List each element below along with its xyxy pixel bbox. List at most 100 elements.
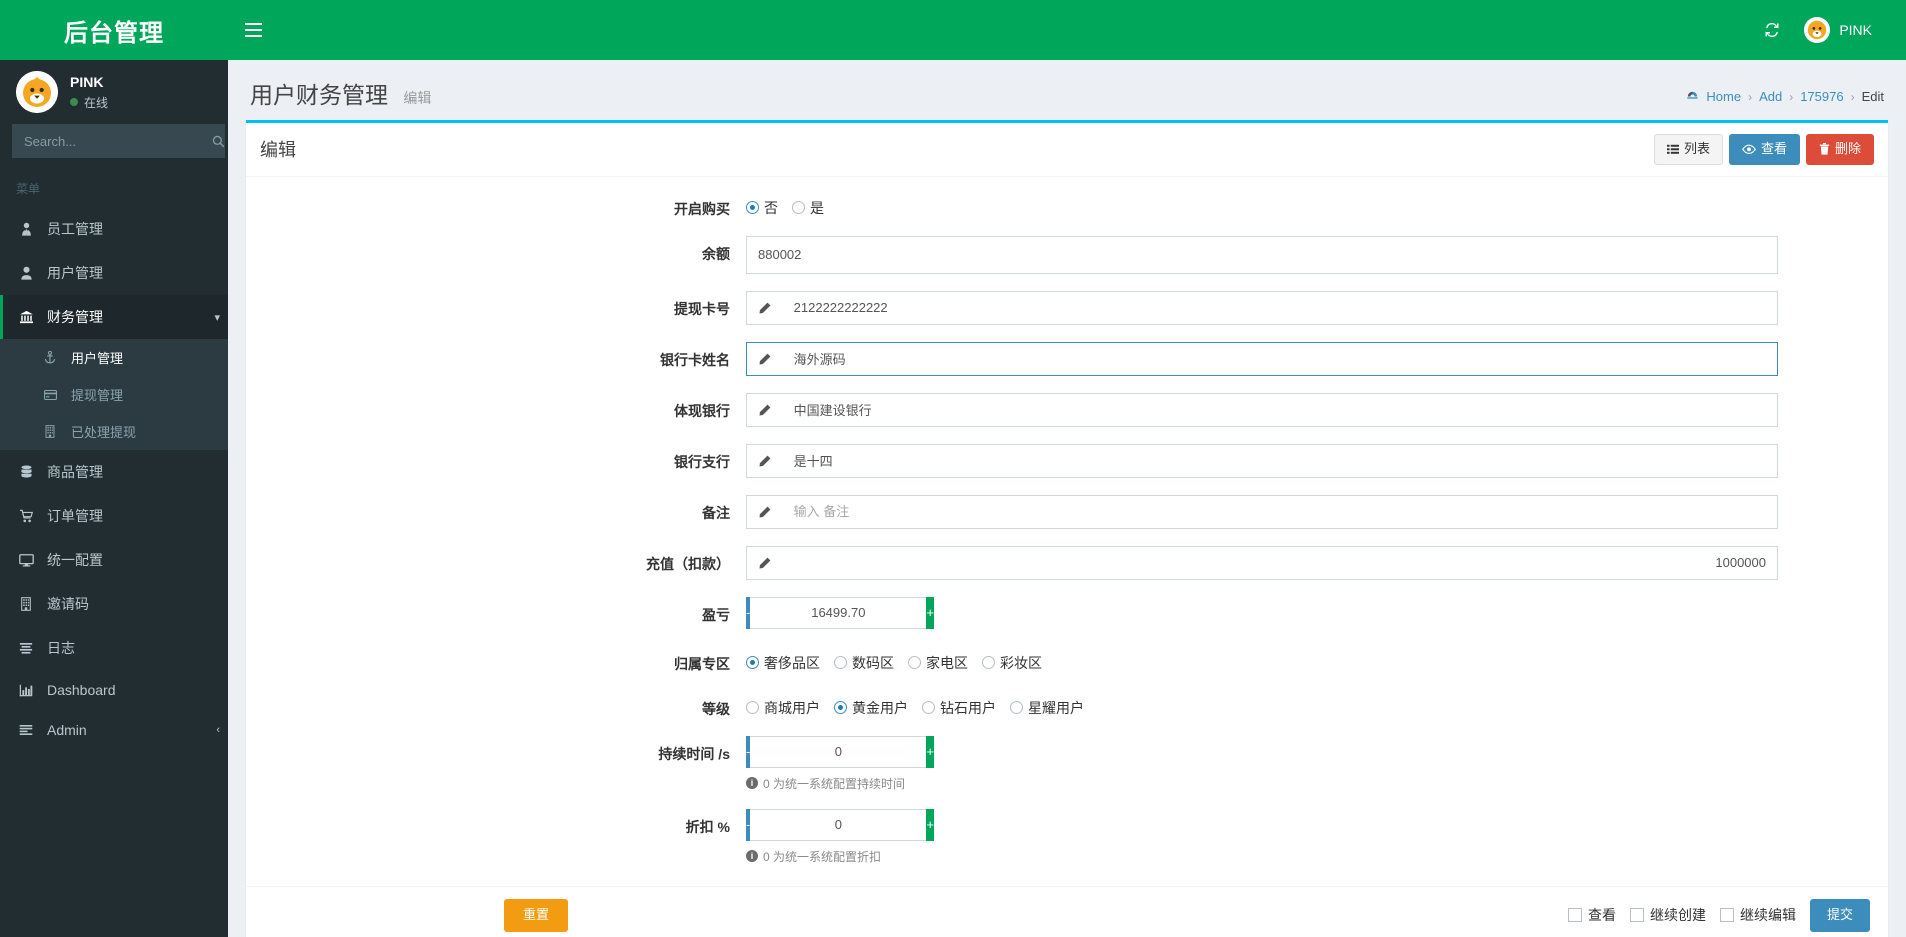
zone-radio-appliance[interactable]: 家电区 xyxy=(908,653,968,673)
delete-button-label: 删除 xyxy=(1834,141,1861,156)
sidebar-toggle-button[interactable] xyxy=(228,0,278,60)
discount-label: 折扣 % xyxy=(685,818,730,835)
reset-button[interactable]: 重置 xyxy=(504,898,569,932)
level-radio-mall[interactable]: 商城用户 xyxy=(746,698,820,718)
recharge-input-group xyxy=(746,545,1778,580)
form-group-recharge: 充值（扣款） xyxy=(246,545,1888,580)
purchase-radio-yes-label: 是 xyxy=(810,199,824,216)
breadcrumb-item-id[interactable]: 175976 xyxy=(1800,89,1843,104)
sidebar-item-users[interactable]: 用户管理 xyxy=(0,251,228,295)
profit-input[interactable] xyxy=(750,596,927,629)
zone-radio-digital[interactable]: 数码区 xyxy=(834,653,894,673)
level-radio-gold[interactable]: 黄金用户 xyxy=(834,698,908,718)
info-icon: i xyxy=(746,777,758,790)
search-box xyxy=(12,124,225,158)
bank-input[interactable] xyxy=(782,392,1778,427)
purchase-field: 否 是 xyxy=(746,191,1796,218)
card-no-input-group xyxy=(746,290,1778,325)
balance-input[interactable] xyxy=(746,235,1778,274)
duration-increment-button[interactable]: + xyxy=(926,735,934,768)
search-icon xyxy=(212,135,225,147)
purchase-radio-no[interactable]: 否 xyxy=(746,198,778,218)
refresh-button[interactable] xyxy=(1750,0,1794,60)
sidebar-item-config[interactable]: 统一配置 xyxy=(0,538,228,582)
app-logo[interactable]: 后台管理 xyxy=(0,0,228,60)
discount-hint-text: 0 为统一系统配置折扣 xyxy=(763,849,882,864)
sidebar-item-logs[interactable]: 日志 xyxy=(0,626,228,670)
checkbox-view-label: 查看 xyxy=(1587,907,1616,924)
profit-label: 盈亏 xyxy=(702,606,730,623)
level-label: 等级 xyxy=(702,700,730,717)
sidebar-item-dashboard[interactable]: Dashboard xyxy=(0,670,228,710)
database-icon xyxy=(16,465,36,479)
avatar xyxy=(1804,17,1831,43)
sidebar-subitem-label: 已处理提现 xyxy=(71,425,137,440)
breadcrumb: Home › Add › 175976 › Edit xyxy=(1686,89,1884,104)
level-radio-star[interactable]: 星耀用户 xyxy=(1010,698,1084,718)
sidebar-subitem-processed-withdraw[interactable]: 已处理提现 xyxy=(0,413,228,450)
profit-field: - + xyxy=(746,596,1796,629)
view-button[interactable]: 查看 xyxy=(1728,134,1800,165)
edit-form-box: 编辑 列表 查看 删除 开启购买 否 是 余额 880002 提现卡号 2122… xyxy=(246,120,1888,937)
sidebar-item-label: Dashboard xyxy=(47,682,116,698)
zone-radio-cosmetics[interactable]: 彩妆区 xyxy=(982,653,1042,673)
navbar: PINK xyxy=(228,0,1906,60)
sidebar-subitem-label: 用户管理 xyxy=(71,351,124,366)
sidebar-item-admin[interactable]: Admin ‹ xyxy=(0,710,228,750)
branch-input[interactable] xyxy=(782,443,1778,478)
sidebar-subitem-user-management[interactable]: 用户管理 xyxy=(0,339,228,376)
search-button[interactable] xyxy=(212,124,225,158)
radio-icon xyxy=(746,656,759,670)
purchase-label: 开启购买 xyxy=(674,200,730,217)
form-group-discount: 折扣 % - + i 0 为统一系统配置折扣 xyxy=(246,808,1888,865)
remark-label: 备注 xyxy=(702,504,730,521)
card-no-input[interactable] xyxy=(782,290,1778,325)
sidebar-item-label: Admin xyxy=(47,722,87,738)
box-body: 开启购买 否 是 余额 880002 提现卡号 2122222222222 银行… xyxy=(246,177,1888,886)
dashboard-icon xyxy=(1687,91,1699,99)
discount-input[interactable] xyxy=(750,808,927,841)
submit-button[interactable]: 提交 xyxy=(1809,898,1870,932)
discount-increment-button[interactable]: + xyxy=(926,808,934,841)
level-radio-diamond[interactable]: 钻石用户 xyxy=(922,698,996,718)
form-group-profit: 盈亏 - + xyxy=(246,596,1888,629)
sidebar-menu-header: 菜单 xyxy=(0,170,228,207)
form-group-balance: 余额 xyxy=(246,235,1888,274)
sidebar-subitem-withdraw[interactable]: 提现管理 xyxy=(0,376,228,413)
zone-radio-digital-label: 数码区 xyxy=(852,654,894,671)
breadcrumb-item-home[interactable]: Home xyxy=(1706,89,1741,104)
lion-avatar-icon xyxy=(1804,17,1831,43)
form-group-card-name: 银行卡姓名 xyxy=(246,341,1888,376)
sidebar-item-invite-code[interactable]: 邀请码 xyxy=(0,582,228,626)
recharge-field xyxy=(746,545,1796,580)
sidebar-item-orders[interactable]: 订单管理 xyxy=(0,494,228,538)
card-name-input[interactable] xyxy=(782,341,1778,376)
level-radio-mall-label: 商城用户 xyxy=(764,699,820,716)
checkbox-view[interactable]: 查看 xyxy=(1567,905,1616,925)
purchase-radio-yes[interactable]: 是 xyxy=(792,198,824,218)
sidebar-user-name: PINK xyxy=(70,73,104,90)
eye-icon xyxy=(1742,144,1756,154)
list-button[interactable]: 列表 xyxy=(1653,134,1723,165)
breadcrumb-item-add[interactable]: Add xyxy=(1759,89,1782,104)
profit-increment-button[interactable]: + xyxy=(926,596,934,629)
zone-radio-luxury[interactable]: 奢侈品区 xyxy=(746,653,820,673)
sidebar-item-finance[interactable]: 财务管理 ▾ 用户管理 提现管理 已处理提现 xyxy=(0,295,228,450)
remark-input[interactable] xyxy=(782,494,1778,529)
sidebar-item-staff[interactable]: 员工管理 xyxy=(0,207,228,251)
box-tools: 列表 查看 删除 xyxy=(1653,134,1874,165)
remark-input-group xyxy=(746,494,1778,529)
level-radio-diamond-label: 钻石用户 xyxy=(940,699,996,716)
anchor-icon xyxy=(40,351,60,364)
checkbox-continue-edit[interactable]: 继续编辑 xyxy=(1719,905,1796,925)
duration-input[interactable] xyxy=(750,735,927,768)
sidebar-item-products[interactable]: 商品管理 xyxy=(0,450,228,494)
user-menu-button[interactable]: PINK xyxy=(1794,0,1882,60)
search-input[interactable] xyxy=(12,124,212,158)
bank-label: 体现银行 xyxy=(674,402,730,419)
sidebar-item-label: 用户管理 xyxy=(47,265,103,281)
checkbox-continue-create[interactable]: 继续创建 xyxy=(1629,905,1706,925)
sidebar-user-meta: PINK 在线 xyxy=(70,74,108,111)
recharge-input[interactable] xyxy=(782,545,1778,580)
delete-button[interactable]: 删除 xyxy=(1805,134,1874,165)
